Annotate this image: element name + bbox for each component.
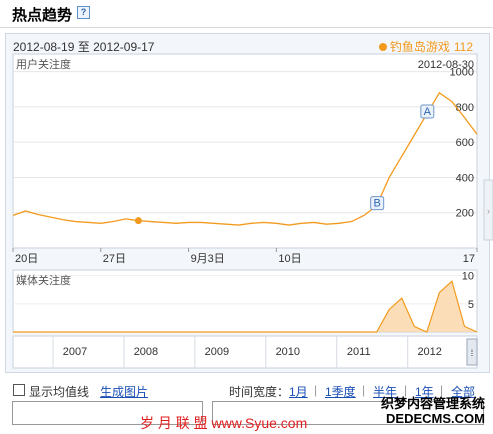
time-option-1m[interactable]: 1月 [289, 383, 308, 400]
overview-year-label: 2008 [134, 346, 158, 358]
x-tick-label: 20日 [15, 253, 38, 265]
user-y-tick-label: 600 [456, 137, 474, 149]
overview-year-label: 2012 [417, 346, 441, 358]
trend-chart[interactable]: 2004006008001000用户关注度 2012-08-3020日 27日 9月3… [0, 0, 493, 378]
watermark-left: 岁 月 联 盟 www.Syue.com [140, 415, 308, 431]
user-plot-area [12, 53, 478, 249]
annotation-a-label: A [424, 106, 432, 118]
hover-date-label: 2012-08-30 [418, 59, 474, 71]
x-tick-label: 9月3日 [191, 253, 225, 265]
time-sep-1: | [314, 383, 318, 397]
side-arrow-icon: › [487, 206, 490, 216]
media-y-tick-label: 5 [468, 299, 474, 311]
show-average-label: 显示均值线 [29, 385, 90, 399]
watermark-right-line1: 织梦内容管理系统 [380, 396, 485, 411]
generate-image-link[interactable]: 生成图片 [100, 383, 148, 400]
overview-year-label: 2007 [63, 346, 87, 358]
media-y-tick-label: 10 [462, 271, 474, 283]
x-tick-label: 10日 [278, 253, 301, 265]
user-y-tick-label: 200 [456, 208, 474, 220]
time-option-quarter[interactable]: 1季度 [325, 383, 356, 400]
annotation-b-label: B [374, 198, 381, 210]
media-series-label: 媒体关注度 [16, 273, 71, 287]
overview-year-label: 2010 [276, 346, 300, 358]
x-tick-label: 17 [463, 253, 475, 265]
time-sep-3: | [404, 383, 408, 397]
show-average-checkbox[interactable] [13, 384, 25, 396]
time-sep-2: | [362, 383, 366, 397]
overview-year-label: 2009 [205, 346, 229, 358]
time-sep-4: | [440, 383, 444, 397]
time-width-label: 时间宽度： [229, 385, 290, 399]
watermark-right: 织梦内容管理系统 DEDECMS.COM [381, 396, 485, 426]
user-series-label: 用户关注度 [16, 57, 71, 71]
overview-year-label: 2011 [347, 346, 371, 358]
overview-handle-icon: ⁞ [471, 348, 474, 358]
user-y-tick-label: 800 [456, 102, 474, 114]
hover-point [134, 217, 142, 225]
watermark-right-line2: DEDECMS.COM [386, 411, 485, 426]
user-y-tick-label: 400 [456, 172, 474, 184]
x-tick-label: 27日 [103, 253, 126, 265]
